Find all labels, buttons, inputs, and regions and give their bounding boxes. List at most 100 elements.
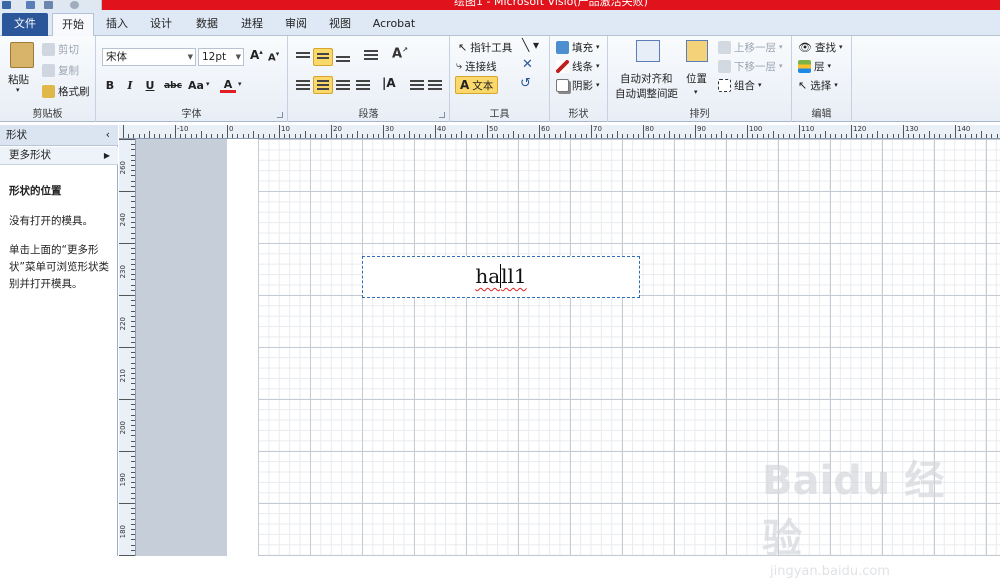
italic-button[interactable]: I [122,78,138,94]
ruler-tick [123,125,124,138]
close-icon[interactable]: ✕ [522,57,533,72]
find-button[interactable]: 👁 查找 ▾ [798,39,842,55]
horizontal-ruler: -10 0 10 20 30 40 50 60 70 80 90 100 110 120 130 140 [119,125,1000,139]
format-painter-button[interactable]: 格式刷 [42,83,90,99]
copy-button[interactable]: 复制 [42,62,79,78]
ruler-tick [131,378,135,380]
chevron-down-icon[interactable]: ▾ [694,88,698,96]
grow-font-icon[interactable]: A▴ [250,48,263,62]
line-button[interactable]: 线条 ▾ [556,58,600,74]
group-button[interactable]: 组合 ▾ [718,77,762,93]
ruler-tick [455,134,457,138]
text-tool-button[interactable]: A 文本 [455,76,499,94]
ruler-tick [131,435,135,437]
vertical-text-icon[interactable]: |A [382,76,396,90]
ruler-tick [923,134,925,138]
ruler-tick [684,134,686,138]
chevron-down-icon[interactable]: ▾ [16,86,20,94]
tab-process[interactable]: 进程 [235,13,269,36]
paste-button[interactable]: 粘贴 [8,72,29,87]
ruler-label: 140 [957,125,971,133]
change-case-button[interactable]: Aa [186,78,206,94]
bold-button[interactable]: B [102,78,118,94]
increase-indent-icon[interactable] [428,78,442,92]
line-tool-icon[interactable]: ╲ ▾ [522,38,539,52]
bullets-icon[interactable] [364,48,378,62]
ruler-tick [897,134,899,138]
font-size-select[interactable]: 12pt ▼ [198,48,244,66]
decrease-indent-icon[interactable] [410,78,424,92]
send-backward-button[interactable]: 下移一层 ▾ [718,58,783,74]
save-icon[interactable] [26,1,35,9]
fill-button[interactable]: 填充 ▾ [556,39,600,55]
chevron-down-icon[interactable]: ▾ [206,80,210,88]
redo-icon[interactable] [70,1,79,9]
tab-insert[interactable]: 插入 [100,13,134,36]
ruler-tick [596,134,598,138]
tab-design[interactable]: 设计 [144,13,178,36]
align-middle-icon[interactable] [313,48,333,66]
ruler-tick [809,134,811,138]
connector-button[interactable]: ⤷ 连接线 [456,58,497,74]
ruler-tick [544,134,546,138]
text-direction-icon[interactable]: A↗ [392,46,408,61]
chevron-down-icon[interactable]: ▾ [238,80,242,88]
ruler-tick [658,134,660,138]
font-name-select[interactable]: 宋体 ▼ [102,48,196,66]
ruler-tick [705,134,707,138]
ruler-tick [131,466,135,468]
text-shape[interactable]: hall1 [362,256,640,298]
layers-button[interactable]: 层 ▾ [798,58,831,74]
text-rotate-icon[interactable]: ↺ [520,76,531,91]
ruler-tick [882,134,884,138]
ruler-tick [944,134,946,138]
strikethrough-button[interactable]: abc [162,78,184,94]
ruler-tick [601,134,603,138]
vertical-ruler: 260 240 230 220 210 200 190 180 [119,139,136,556]
paragraph-dialog-launcher-icon[interactable] [439,112,445,118]
ruler-tick [908,134,910,138]
ruler-tick [471,134,473,138]
tab-review[interactable]: 审阅 [279,13,313,36]
more-shapes-menu[interactable]: 更多形状 ▶ [0,147,118,165]
auto-align-icon[interactable] [636,40,660,62]
ruler-tick [336,134,338,138]
undo-icon[interactable] [44,1,53,9]
font-color-button[interactable]: A [220,77,236,93]
align-top-icon[interactable] [296,50,310,60]
paste-icon[interactable] [10,42,34,68]
chevron-down-icon: ▾ [758,81,762,89]
ruler-tick [851,125,852,138]
align-bottom-icon[interactable] [336,54,350,64]
shadow-button[interactable]: 阴影 ▾ [556,77,600,93]
ruler-tick [580,134,582,138]
tab-view[interactable]: 视图 [323,13,357,36]
align-left-icon[interactable] [296,78,310,92]
tab-data[interactable]: 数据 [190,13,224,36]
ruler-tick [445,134,447,138]
position-icon[interactable] [686,40,708,62]
select-button[interactable]: ↖ 选择 ▾ [798,77,838,93]
collapse-panel-icon[interactable]: ‹ [106,125,110,145]
auto-spacing-label[interactable]: 自动调整间距 [615,86,678,101]
tab-home[interactable]: 开始 [52,13,94,36]
baidu-watermark: Baidu 经验 jingyan.baidu.com [762,458,945,579]
bring-forward-button[interactable]: 上移一层 ▾ [718,39,783,55]
ruler-tick [783,134,785,138]
tab-acrobat[interactable]: Acrobat [366,13,422,36]
visio-app-icon[interactable] [2,1,11,9]
pointer-tool-button[interactable]: ↖ 指针工具 [458,39,512,55]
align-center-icon[interactable] [313,76,333,94]
position-button[interactable]: 位置 [686,71,707,86]
font-dialog-launcher-icon[interactable] [277,112,283,118]
tab-file[interactable]: 文件 [2,13,48,36]
ruler-tick [549,134,551,138]
align-right-icon[interactable] [336,78,350,92]
cut-button[interactable]: 剪切 [42,41,79,57]
underline-button[interactable]: U [142,78,158,94]
shrink-font-icon[interactable]: A▾ [268,50,279,63]
auto-align-label[interactable]: 自动对齐和 [620,71,673,86]
justify-icon[interactable] [356,78,370,92]
ruler-tick [856,134,858,138]
ruler-tick [131,357,135,359]
